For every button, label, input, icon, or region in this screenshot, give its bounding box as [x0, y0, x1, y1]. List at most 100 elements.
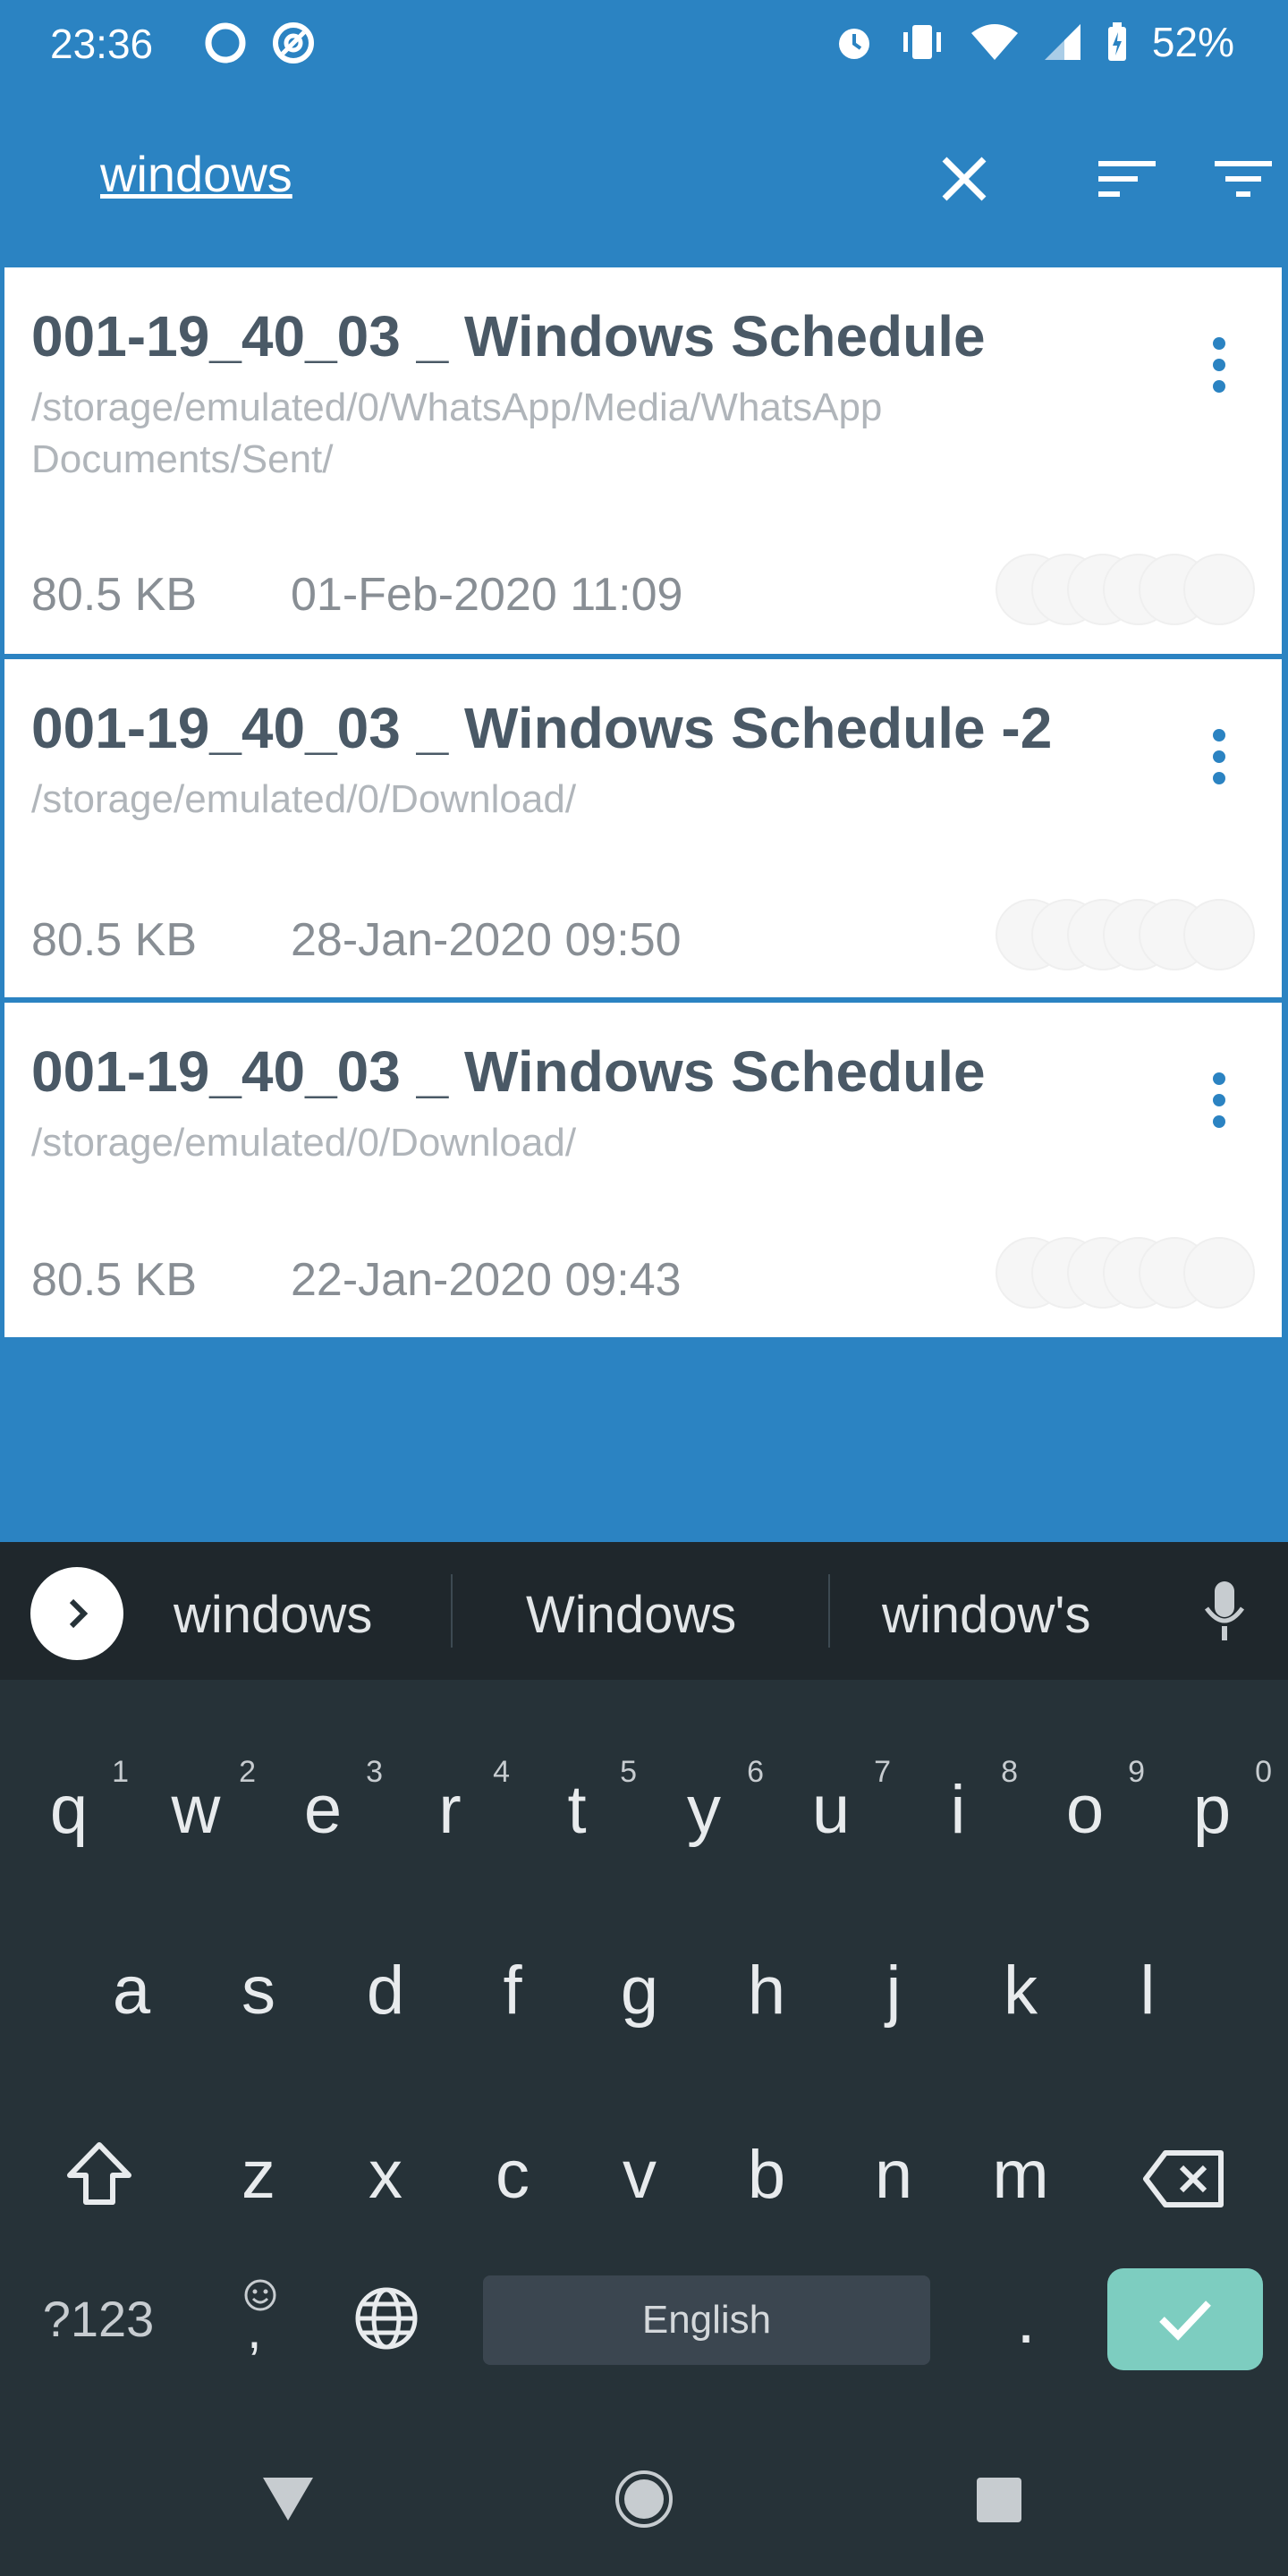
key-a[interactable]: a — [82, 1952, 181, 2029]
checkmark-icon — [1159, 2301, 1211, 2341]
key-t[interactable]: t5 — [528, 1755, 637, 1849]
microphone-icon[interactable] — [1202, 1578, 1247, 1644]
file-date: 01-Feb-2020 11:09 — [291, 569, 683, 621]
more-options-button[interactable] — [1201, 722, 1237, 811]
backspace-key[interactable] — [1134, 2147, 1233, 2218]
key-f[interactable]: f — [463, 1952, 562, 2029]
list-item[interactable]: 001-19_40_03 _ Windows Schedule -2 /stor… — [2, 657, 1284, 1000]
vibrate-icon — [902, 25, 941, 59]
system-nav-bar — [0, 2413, 1288, 2576]
search-input[interactable]: windows — [100, 145, 292, 203]
more-options-button[interactable] — [1201, 330, 1237, 419]
suggestion-1[interactable]: windows — [174, 1585, 372, 1645]
color-tags[interactable] — [996, 554, 1255, 625]
key-v[interactable]: v — [590, 2136, 689, 2214]
status-bar: 23:36 52% — [0, 0, 1288, 86]
key-x[interactable]: x — [336, 2136, 435, 2214]
filter-icon — [1215, 161, 1272, 197]
home-icon[interactable] — [614, 2469, 674, 2529]
alarm-icon — [838, 29, 869, 59]
key-label: e — [303, 1772, 343, 1848]
enter-key[interactable] — [1107, 2268, 1263, 2370]
key-e[interactable]: e3 — [274, 1755, 383, 1849]
symbols-key[interactable]: ?123 — [27, 2290, 170, 2348]
key-d[interactable]: d — [336, 1952, 435, 2029]
file-date: 22-Jan-2020 09:43 — [291, 1254, 682, 1306]
key-k[interactable]: k — [971, 1952, 1070, 2029]
suggestion-divider — [451, 1574, 453, 1648]
key-hint: 7 — [874, 1755, 891, 1789]
key-label: t — [567, 1772, 587, 1848]
key-hint: 9 — [1128, 1755, 1145, 1789]
sort-icon — [1098, 161, 1156, 197]
space-key[interactable]: English — [483, 2275, 930, 2365]
key-hint: 2 — [239, 1755, 256, 1789]
file-name: 001-19_40_03 _ Windows Schedule — [31, 304, 986, 369]
search-results-list: 001-19_40_03 _ Windows Schedule /storage… — [2, 265, 1284, 1340]
sync-icon — [205, 22, 246, 64]
key-g[interactable]: g — [590, 1952, 689, 2029]
file-name: 001-19_40_03 _ Windows Schedule -2 — [31, 696, 1053, 760]
at-sign-icon — [273, 22, 314, 64]
file-path: /storage/emulated/0/WhatsApp/Media/Whats… — [31, 386, 883, 481]
filter-button[interactable] — [1204, 140, 1283, 218]
key-l[interactable]: l — [1098, 1952, 1197, 2029]
key-o[interactable]: o9 — [1036, 1755, 1145, 1849]
key-hint: 5 — [620, 1755, 637, 1789]
signal-icon — [1044, 24, 1080, 60]
toolbar-toggle-button[interactable] — [30, 1567, 123, 1660]
file-path: /storage/emulated/0/Download/ — [31, 777, 577, 821]
back-icon[interactable] — [259, 2474, 317, 2524]
file-size: 80.5 KB — [31, 569, 198, 621]
key-label: w — [171, 1772, 221, 1848]
key-q[interactable]: q1 — [20, 1755, 129, 1849]
key-j[interactable]: j — [844, 1952, 943, 2029]
key-u[interactable]: u7 — [782, 1755, 891, 1849]
close-icon — [942, 157, 987, 201]
battery-percent: 52% — [1151, 19, 1234, 65]
backspace-icon — [1143, 2150, 1224, 2207]
key-b[interactable]: b — [717, 2136, 816, 2214]
more-options-button[interactable] — [1201, 1065, 1237, 1155]
period-key[interactable]: . — [977, 2281, 1075, 2359]
key-h[interactable]: h — [717, 1952, 816, 2029]
key-n[interactable]: n — [844, 2136, 943, 2214]
suggestion-2[interactable]: Windows — [526, 1585, 736, 1645]
chevron-right-icon — [69, 1598, 89, 1629]
key-label: y — [687, 1772, 721, 1848]
key-label: o — [1065, 1772, 1105, 1848]
file-date: 28-Jan-2020 09:50 — [291, 914, 682, 966]
clear-search-button[interactable] — [925, 140, 1004, 218]
search-app-bar: windows — [0, 86, 1288, 265]
file-path: /storage/emulated/0/Download/ — [31, 1121, 577, 1165]
file-name: 001-19_40_03 _ Windows Schedule — [31, 1039, 986, 1104]
globe-icon — [355, 2287, 418, 2350]
comma-label: , — [247, 2300, 262, 2360]
file-size: 80.5 KB — [31, 914, 198, 966]
key-i[interactable]: i8 — [909, 1755, 1018, 1849]
recents-icon[interactable] — [975, 2476, 1023, 2524]
suggestion-strip: windows Windows window's — [0, 1542, 1288, 1680]
status-left-icons — [202, 20, 317, 66]
sort-button[interactable] — [1088, 140, 1166, 218]
color-tags[interactable] — [996, 1237, 1255, 1309]
list-item[interactable]: 001-19_40_03 _ Windows Schedule /storage… — [2, 265, 1284, 657]
key-label: p — [1192, 1772, 1232, 1848]
shift-key[interactable] — [50, 2140, 148, 2220]
status-right-icons: 52% — [834, 18, 1234, 66]
key-c[interactable]: c — [463, 2136, 562, 2214]
comma-emoji-key[interactable]: , — [211, 2268, 309, 2376]
suggestion-3[interactable]: window's — [882, 1585, 1091, 1645]
key-y[interactable]: y6 — [655, 1755, 764, 1849]
key-m[interactable]: m — [971, 2136, 1070, 2214]
key-hint: 1 — [112, 1755, 129, 1789]
language-key[interactable] — [351, 2284, 422, 2365]
key-s[interactable]: s — [209, 1952, 308, 2029]
key-r[interactable]: r4 — [401, 1755, 510, 1849]
key-z[interactable]: z — [209, 2136, 308, 2214]
list-item[interactable]: 001-19_40_03 _ Windows Schedule /storage… — [2, 1000, 1284, 1340]
key-w[interactable]: w2 — [147, 1755, 256, 1849]
key-p[interactable]: p0 — [1163, 1755, 1272, 1849]
color-tags[interactable] — [996, 899, 1255, 970]
suggestion-divider — [828, 1574, 830, 1648]
